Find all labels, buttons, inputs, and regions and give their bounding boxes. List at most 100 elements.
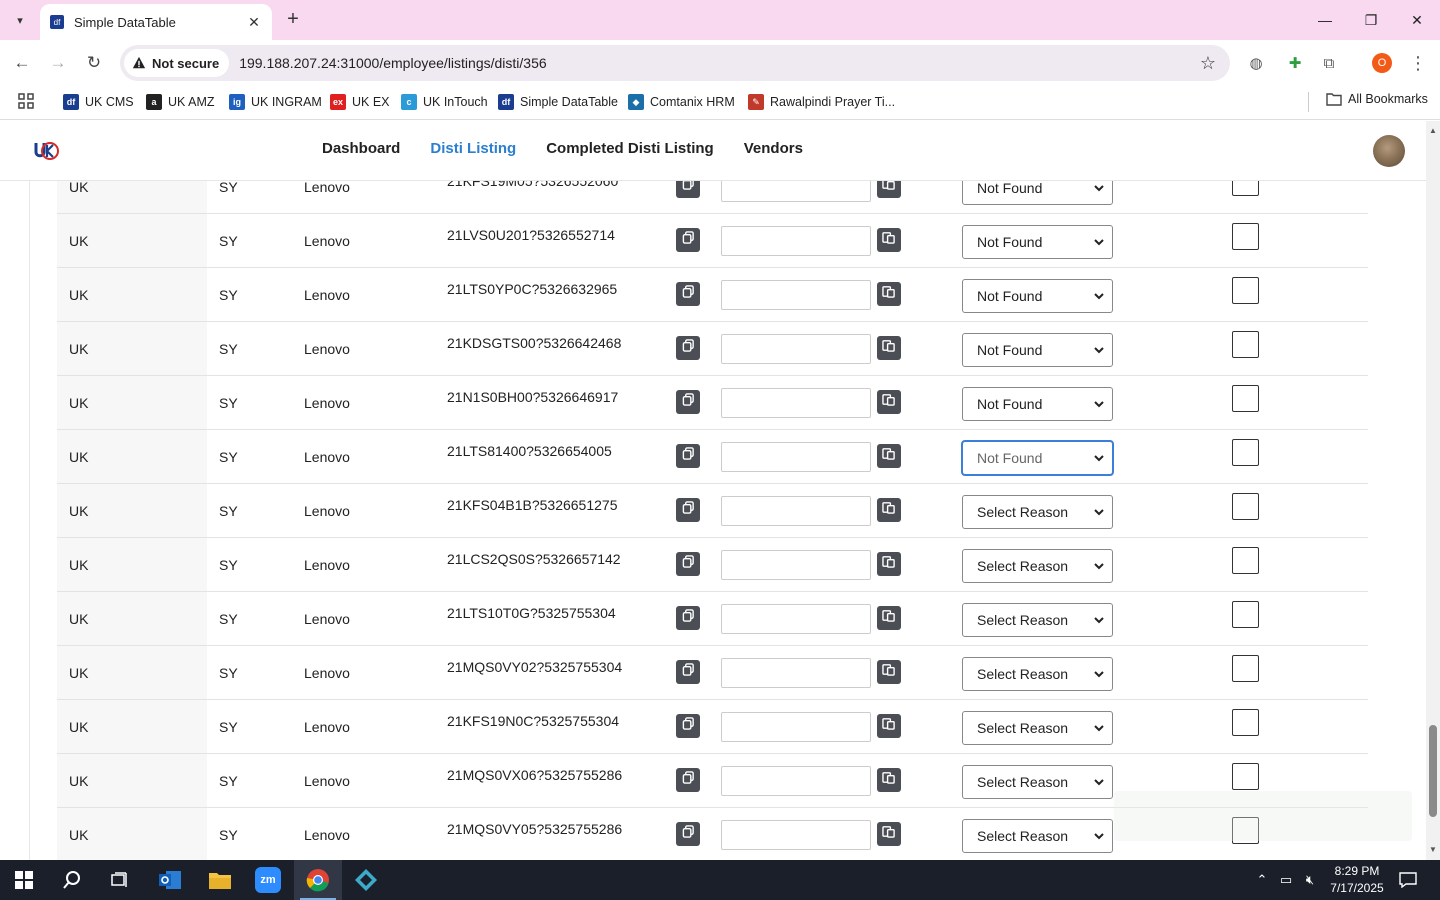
- value-input[interactable]: [721, 280, 871, 310]
- close-tab-icon[interactable]: ✕: [246, 14, 262, 31]
- nav-link[interactable]: Vendors: [744, 140, 803, 157]
- row-checkbox[interactable]: [1232, 709, 1259, 736]
- show-hidden-icons-icon[interactable]: ⌃: [1252, 860, 1272, 900]
- chrome-icon[interactable]: [294, 860, 342, 900]
- row-checkbox[interactable]: [1232, 493, 1259, 520]
- network-icon[interactable]: ▭: [1276, 860, 1296, 900]
- value-input[interactable]: [721, 550, 871, 580]
- reason-select[interactable]: Select Reason: [962, 603, 1113, 637]
- reason-select[interactable]: Not Found: [962, 279, 1113, 313]
- bookmark-item[interactable]: c UK InTouch: [401, 92, 488, 112]
- copy-part-button[interactable]: [676, 768, 700, 792]
- paste-button[interactable]: [877, 552, 901, 576]
- profile-avatar[interactable]: O: [1371, 52, 1393, 74]
- reason-select[interactable]: Select Reason: [962, 711, 1113, 745]
- bookmark-item[interactable]: ig UK INGRAM: [229, 92, 322, 112]
- copy-part-button[interactable]: [676, 822, 700, 846]
- row-checkbox[interactable]: [1232, 277, 1259, 304]
- paste-button[interactable]: [877, 498, 901, 522]
- paste-button[interactable]: [877, 181, 901, 198]
- translate-icon[interactable]: ◍: [1245, 52, 1267, 74]
- site-info-button[interactable]: Not secure: [124, 49, 230, 77]
- scroll-up-icon[interactable]: ▲: [1429, 127, 1437, 135]
- bookmark-item[interactable]: ex UK EX: [330, 92, 390, 112]
- row-checkbox[interactable]: [1232, 385, 1259, 412]
- paste-button[interactable]: [877, 228, 901, 252]
- row-checkbox[interactable]: [1232, 439, 1259, 466]
- windows-start-icon[interactable]: [0, 860, 48, 900]
- apps-grid-icon[interactable]: [18, 93, 34, 109]
- all-bookmarks-button[interactable]: All Bookmarks: [1326, 92, 1428, 106]
- browser-menu-icon[interactable]: ⋮: [1407, 52, 1429, 74]
- copy-part-button[interactable]: [676, 228, 700, 252]
- copy-part-button[interactable]: [676, 552, 700, 576]
- bookmark-item[interactable]: ✎ Rawalpindi Prayer Ti...: [748, 92, 895, 112]
- value-input[interactable]: [721, 766, 871, 796]
- nav-link[interactable]: Completed Disti Listing: [546, 140, 714, 157]
- copy-part-button[interactable]: [676, 336, 700, 360]
- scrollbar-thumb[interactable]: [1429, 725, 1437, 817]
- row-checkbox[interactable]: [1232, 763, 1259, 790]
- task-view-icon[interactable]: [96, 860, 144, 900]
- row-checkbox[interactable]: [1232, 601, 1259, 628]
- paste-button[interactable]: [877, 822, 901, 846]
- bookmark-item[interactable]: df UK CMS: [63, 92, 134, 112]
- extension-green-icon[interactable]: ✚: [1284, 52, 1306, 74]
- copy-part-button[interactable]: [676, 714, 700, 738]
- tab-search-icon[interactable]: ▾: [8, 8, 32, 32]
- row-checkbox[interactable]: [1232, 547, 1259, 574]
- minimize-icon[interactable]: —: [1302, 0, 1348, 40]
- reason-select[interactable]: Not Found: [962, 387, 1113, 421]
- bookmark-item[interactable]: ◆ Comtanix HRM: [628, 92, 735, 112]
- page-scrollbar[interactable]: ▲ ▼: [1426, 121, 1440, 860]
- row-checkbox[interactable]: [1232, 655, 1259, 682]
- paste-button[interactable]: [877, 390, 901, 414]
- system-clock[interactable]: 8:29 PM 7/17/2025: [1322, 863, 1392, 897]
- file-explorer-icon[interactable]: [196, 860, 244, 900]
- tab-simple-datatable[interactable]: df Simple DataTable ✕: [40, 4, 272, 40]
- value-input[interactable]: [721, 181, 871, 202]
- paste-button[interactable]: [877, 714, 901, 738]
- zoom-icon[interactable]: zm: [244, 860, 292, 900]
- bookmark-item[interactable]: df Simple DataTable: [498, 92, 618, 112]
- copy-part-button[interactable]: [676, 444, 700, 468]
- bookmark-star-icon[interactable]: ☆: [1200, 53, 1216, 74]
- close-window-icon[interactable]: ✕: [1394, 0, 1440, 40]
- reload-icon[interactable]: ↻: [82, 51, 106, 75]
- paste-button[interactable]: [877, 336, 901, 360]
- value-input[interactable]: [721, 334, 871, 364]
- value-input[interactable]: [721, 712, 871, 742]
- value-input[interactable]: [721, 442, 871, 472]
- paste-button[interactable]: [877, 282, 901, 306]
- copy-part-button[interactable]: [676, 282, 700, 306]
- value-input[interactable]: [721, 658, 871, 688]
- reason-select[interactable]: Select Reason: [962, 657, 1113, 691]
- value-input[interactable]: [721, 496, 871, 526]
- reason-select[interactable]: Not Found: [962, 181, 1113, 205]
- volume-muted-icon[interactable]: 🔇︎: [1300, 860, 1320, 900]
- copy-part-button[interactable]: [676, 181, 700, 198]
- new-tab-icon[interactable]: +: [282, 8, 304, 30]
- value-input[interactable]: [721, 604, 871, 634]
- reason-select[interactable]: Select Reason: [962, 495, 1113, 529]
- row-checkbox[interactable]: [1232, 223, 1259, 250]
- nav-link[interactable]: Dashboard: [322, 140, 400, 157]
- row-checkbox[interactable]: [1232, 181, 1259, 196]
- paste-button[interactable]: [877, 768, 901, 792]
- app-diamond-icon[interactable]: [342, 860, 390, 900]
- forward-icon[interactable]: →: [46, 51, 70, 75]
- address-bar[interactable]: Not secure 199.188.207.24:31000/employee…: [120, 45, 1230, 81]
- copy-part-button[interactable]: [676, 498, 700, 522]
- scroll-down-icon[interactable]: ▼: [1429, 846, 1437, 854]
- outlook-icon[interactable]: [146, 860, 194, 900]
- copy-part-button[interactable]: [676, 606, 700, 630]
- url-text[interactable]: 199.188.207.24:31000/employee/listings/d…: [239, 55, 546, 71]
- reason-select[interactable]: Not Found: [962, 333, 1113, 367]
- search-icon[interactable]: [48, 860, 96, 900]
- paste-button[interactable]: [877, 444, 901, 468]
- extensions-puzzle-icon[interactable]: ⧉: [1318, 52, 1340, 74]
- user-avatar[interactable]: [1373, 135, 1405, 167]
- bookmark-item[interactable]: a UK AMZ: [146, 92, 215, 112]
- paste-button[interactable]: [877, 660, 901, 684]
- uk-logo-icon[interactable]: [34, 139, 60, 163]
